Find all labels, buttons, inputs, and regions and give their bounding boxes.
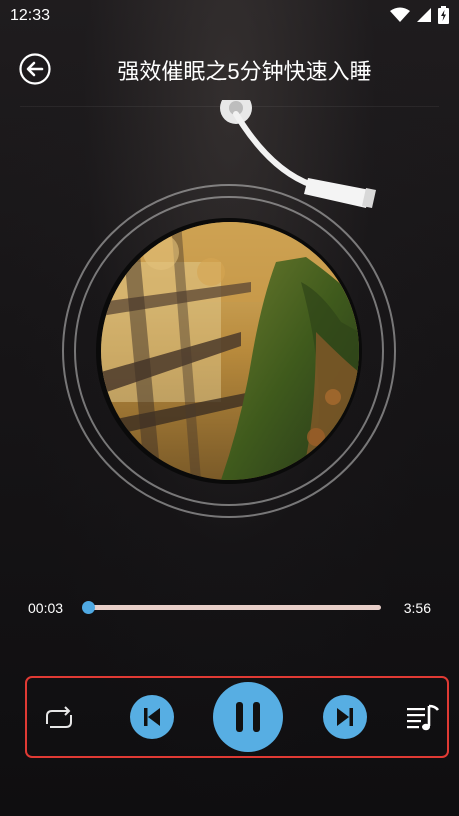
album-cover[interactable] (101, 222, 359, 480)
status-icons (390, 6, 449, 24)
pause-icon (236, 702, 260, 732)
status-time: 12:33 (10, 7, 51, 24)
playlist-button[interactable] (405, 700, 441, 736)
repeat-button[interactable] (41, 704, 77, 734)
album-cover-image (101, 222, 359, 480)
progress-bar: 00:03 3:56 (0, 590, 459, 624)
cellular-signal-icon (416, 7, 432, 23)
skip-previous-icon (144, 708, 160, 726)
playback-controls (25, 676, 449, 758)
play-pause-button[interactable] (213, 682, 283, 752)
skip-next-icon (337, 708, 353, 726)
playlist-music-icon (407, 704, 440, 731)
wifi-icon (390, 7, 410, 23)
previous-button[interactable] (130, 695, 174, 739)
back-arrow-icon (19, 53, 51, 85)
status-bar: 12:33 (0, 0, 459, 32)
next-button[interactable] (323, 695, 367, 739)
record-player (0, 100, 459, 520)
tonearm-icon (220, 100, 376, 208)
seek-track[interactable] (88, 605, 381, 610)
top-bar: 强效催眠之5分钟快速入睡 (0, 40, 459, 96)
total-time: 3:56 (403, 600, 431, 616)
back-button[interactable] (18, 52, 52, 86)
repeat-icon (46, 706, 72, 728)
seek-thumb[interactable] (82, 601, 95, 614)
page-title: 强效催眠之5分钟快速入睡 (117, 59, 372, 84)
current-time: 00:03 (28, 600, 64, 616)
battery-charging-icon (438, 6, 449, 24)
